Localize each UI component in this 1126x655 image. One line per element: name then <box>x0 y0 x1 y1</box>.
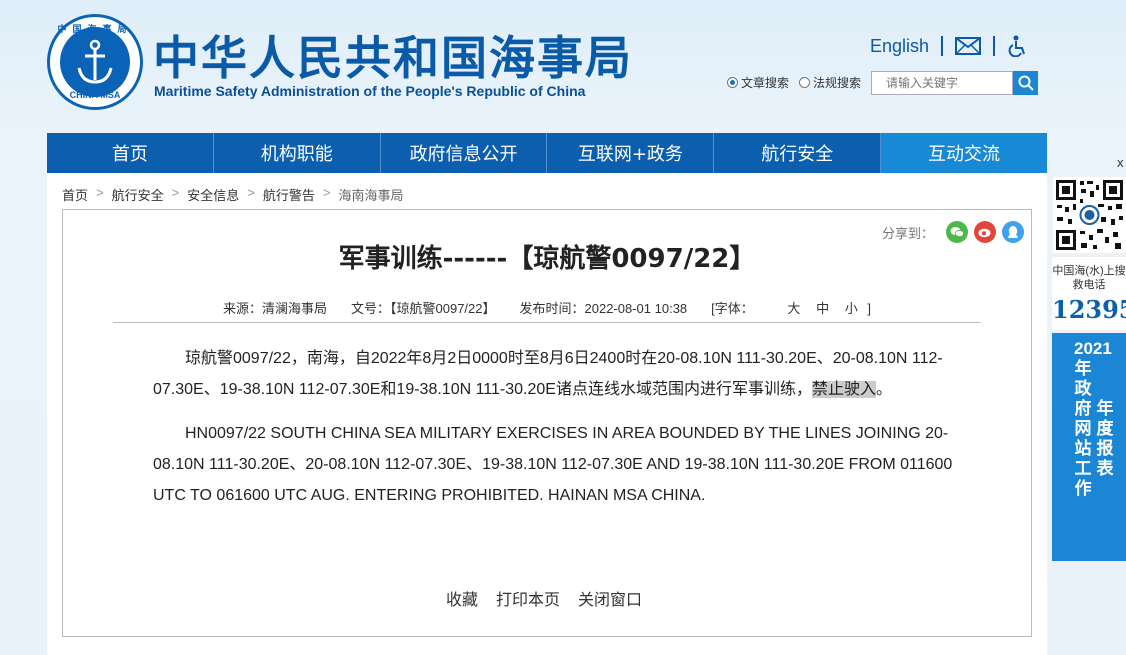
breadcrumb: 首页 > 航行安全 > 安全信息 > 航行警告 > 海南海事局 <box>62 185 411 204</box>
meta-divider <box>113 322 981 323</box>
favorite-button[interactable]: 收藏 <box>446 586 478 610</box>
qr-code-image <box>1053 177 1126 253</box>
nav-interaction[interactable]: 互动交流 <box>881 133 1047 173</box>
nav-navigation-safety[interactable]: 航行安全 <box>714 133 882 173</box>
highlighted-text: 禁止驶入 <box>811 381 876 398</box>
report-title-line2: 年度报表 <box>1096 399 1114 478</box>
radio-label: 文章搜索 <box>741 76 790 90</box>
site-title-en: Maritime Safety Administration of the Pe… <box>154 83 586 99</box>
nav-functions[interactable]: 机构职能 <box>213 133 381 173</box>
article-actions: 收藏 打印本页 关闭窗口 <box>446 586 660 610</box>
article-publish-time: 发布时间：2022-08-01 10:38 <box>519 301 688 316</box>
close-window-button[interactable]: 关闭窗口 <box>578 586 642 610</box>
breadcrumb-item[interactable]: 海南海事局 <box>338 185 403 204</box>
radio-label: 法规搜索 <box>813 76 862 90</box>
qr-code <box>1053 177 1126 253</box>
msa-logo[interactable]: 中国海事局 CHINA MSA <box>47 14 143 110</box>
hotline-label: 中国海(水)上搜救电话 <box>1052 265 1126 291</box>
font-small-button[interactable]: 小 <box>845 301 858 316</box>
search-button[interactable] <box>1013 70 1039 95</box>
english-link[interactable]: English <box>870 36 929 57</box>
breadcrumb-item[interactable]: 安全信息 <box>187 185 239 204</box>
print-button[interactable]: 打印本页 <box>496 586 560 610</box>
site-header: 中国海事局 CHINA MSA 中华人民共和国海事局 Maritime Safe… <box>0 0 1126 133</box>
font-medium-button[interactable]: 中 <box>816 301 829 316</box>
anchor-icon <box>77 39 113 84</box>
annual-report-banner[interactable]: 2021年政府网站工作 年度报表 <box>1052 333 1126 561</box>
nav-gov-info[interactable]: 政府信息公开 <box>380 133 548 173</box>
chevron-right-icon: > <box>96 185 104 200</box>
search-type-article[interactable]: 文章搜索 <box>727 74 789 91</box>
chevron-right-icon: > <box>322 185 331 200</box>
breadcrumb-item[interactable]: 首页 <box>62 185 88 204</box>
font-large-button[interactable]: 大 <box>787 301 800 316</box>
search-input[interactable] <box>871 70 1014 95</box>
nav-internet-services[interactable]: 互联网+政务 <box>547 133 715 173</box>
search-type-law[interactable]: 法规搜索 <box>799 74 861 91</box>
logo-bottom-text: CHINA MSA <box>69 90 121 100</box>
chevron-right-icon: > <box>171 185 180 200</box>
top-links: English <box>870 33 1027 59</box>
font-size-label: [字体： <box>711 301 754 316</box>
site-title-cn: 中华人民共和国海事局 <box>153 31 633 85</box>
hotline-number: 12395 <box>1052 295 1126 324</box>
article-source: 来源：清澜海事局 <box>223 301 328 316</box>
divider <box>941 36 944 56</box>
radio-selected-icon <box>727 77 738 88</box>
mail-icon[interactable] <box>955 37 982 55</box>
side-panel-close[interactable]: x <box>1117 155 1124 170</box>
article-paragraph-en: HN0097/22 SOUTH CHINA SEA MILITARY EXERC… <box>153 425 953 504</box>
search-icon <box>1018 75 1034 91</box>
divider <box>993 36 996 56</box>
nav-home[interactable]: 首页 <box>47 133 214 173</box>
search-bar: 文章搜索 法规搜索 <box>727 70 1039 95</box>
breadcrumb-item[interactable]: 航行安全 <box>112 185 164 204</box>
accessibility-icon[interactable] <box>1007 35 1027 57</box>
rescue-hotline[interactable]: 中国海(水)上搜救电话 12395 <box>1052 257 1126 330</box>
font-size-end: ] <box>867 301 871 316</box>
report-title-line1: 2021年政府网站工作 <box>1074 339 1112 498</box>
chevron-right-icon: > <box>247 185 255 200</box>
article-paragraph-cn: 琼航警0097/22，南海，自2022年8月2日0000时至8月6日2400时在… <box>153 343 983 405</box>
paragraph-end: 。 <box>875 381 892 398</box>
breadcrumb-item[interactable]: 航行警告 <box>263 185 315 204</box>
font-size-controls: [字体： 大 中 小 ] <box>711 298 895 317</box>
article-meta: 来源：清澜海事局 文号：【琼航警0097/22】 发布时间：2022-08-01… <box>223 298 895 317</box>
main-nav: 首页 机构职能 政府信息公开 互联网+政务 航行安全 互动交流 <box>47 133 1047 173</box>
radio-icon <box>799 77 811 88</box>
article-doc-number: 文号：【琼航警0097/22】 <box>351 301 496 316</box>
article-title: 军事训练------【琼航警0097/22】 <box>338 244 756 274</box>
logo-emblem <box>60 27 130 97</box>
